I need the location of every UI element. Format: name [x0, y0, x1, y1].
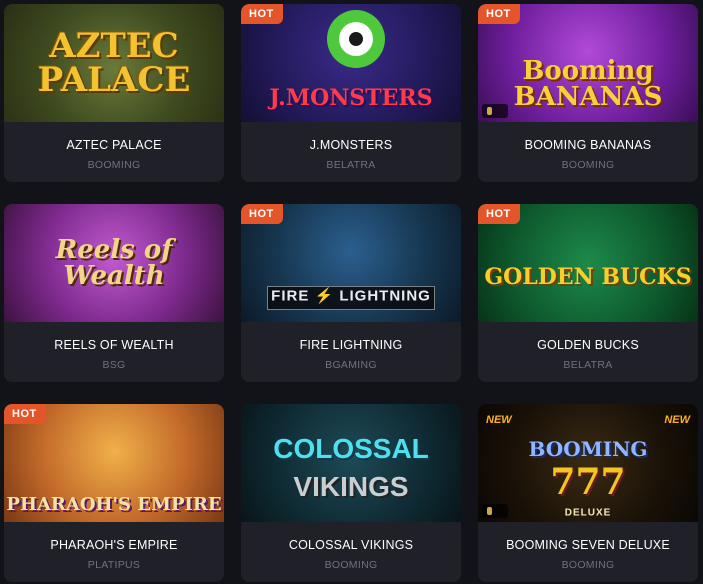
game-name: FIRE LIGHTNING	[299, 338, 403, 352]
game-card-colossal-vikings[interactable]: COLOSSAL VIKINGS COLOSSAL VIKINGS BOOMIN…	[241, 404, 461, 582]
game-name: BOOMING SEVEN DELUXE	[506, 538, 670, 552]
game-provider: BELATRA	[326, 159, 376, 171]
game-card-booming-seven-deluxe[interactable]: NEW NEW BOOMING 777 DELUXE BOOMING SEVEN…	[478, 404, 698, 582]
game-provider: BSG	[102, 359, 126, 371]
artwork-title: AZTEC PALACE	[37, 26, 191, 100]
hot-badge: HOT	[478, 4, 520, 24]
hot-badge: HOT	[241, 204, 283, 224]
game-thumbnail[interactable]: AZTEC PALACE	[4, 4, 224, 122]
game-provider: BOOMING	[561, 559, 615, 571]
game-card-pharaohs-empire[interactable]: PHARAOH'S EMPIRE HOT PHARAOH'S EMPIRE PL…	[4, 404, 224, 582]
game-card-aztec-palace[interactable]: AZTEC PALACE AZTEC PALACE BOOMING	[4, 4, 224, 182]
game-provider: PLATIPUS	[87, 559, 141, 571]
game-provider: BGAMING	[325, 359, 377, 371]
game-name: AZTEC PALACE	[66, 138, 162, 152]
artwork-title: COLOSSAL	[273, 432, 429, 464]
game-card-j-monsters[interactable]: J.MONSTERS HOT J.MONSTERS BELATRA	[241, 4, 461, 182]
game-name: BOOMING BANANAS	[524, 138, 652, 152]
game-thumbnail[interactable]: NEW NEW BOOMING 777 DELUXE	[478, 404, 698, 522]
artwork-subtitle: VIKINGS	[293, 470, 409, 502]
hot-badge: HOT	[4, 404, 46, 424]
game-thumbnail[interactable]: PHARAOH'S EMPIRE HOT	[4, 404, 224, 522]
game-name: J.MONSTERS	[309, 138, 393, 152]
game-card-fire-lightning[interactable]: FIRE ⚡ LIGHTNING HOT FIRE LIGHTNING BGAM…	[241, 204, 461, 382]
game-card-booming-bananas[interactable]: Booming BANANAS HOT BOOMING BANANAS BOOM…	[478, 4, 698, 182]
artwork-title: PHARAOH'S EMPIRE	[6, 494, 222, 516]
artwork-subtitle: DELUXE	[564, 507, 612, 519]
game-thumbnail[interactable]: FIRE ⚡ LIGHTNING HOT	[241, 204, 461, 322]
artwork-title: GOLDEN BUCKS	[484, 264, 692, 291]
artwork-title: Booming BANANAS	[513, 56, 663, 113]
hot-badge: HOT	[241, 4, 283, 24]
game-name: GOLDEN BUCKS	[537, 338, 639, 352]
artwork-title: Reels of Wealth	[55, 235, 173, 291]
artwork-sevens: 777	[550, 460, 626, 503]
game-card-reels-of-wealth[interactable]: Reels of Wealth REELS OF WEALTH BSG	[4, 204, 224, 382]
game-thumbnail[interactable]: J.MONSTERS HOT	[241, 4, 461, 122]
game-thumbnail[interactable]: Reels of Wealth	[4, 204, 224, 322]
game-provider: BOOMING	[561, 159, 615, 171]
game-thumbnail[interactable]: COLOSSAL VIKINGS	[241, 404, 461, 522]
battery-icon	[482, 104, 508, 118]
game-provider: BOOMING	[87, 159, 141, 171]
hot-badge: HOT	[478, 204, 520, 224]
artwork-title: BOOMING	[528, 436, 648, 461]
game-card-golden-bucks[interactable]: GOLDEN BUCKS HOT GOLDEN BUCKS BELATRA	[478, 204, 698, 382]
game-provider: BOOMING	[324, 559, 378, 571]
new-tag-right: NEW	[664, 414, 690, 426]
game-thumbnail[interactable]: Booming BANANAS HOT	[478, 4, 698, 122]
new-tag-left: NEW	[486, 414, 512, 426]
monster-pupil	[349, 32, 363, 46]
game-provider: BELATRA	[563, 359, 613, 371]
game-name: REELS OF WEALTH	[54, 338, 174, 352]
game-thumbnail[interactable]: GOLDEN BUCKS HOT	[478, 204, 698, 322]
game-name: PHARAOH'S EMPIRE	[50, 538, 178, 552]
artwork-title: FIRE ⚡ LIGHTNING	[271, 287, 431, 305]
artwork-title: J.MONSTERS	[269, 85, 433, 112]
game-name: COLOSSAL VIKINGS	[288, 538, 414, 552]
battery-icon	[482, 504, 508, 518]
